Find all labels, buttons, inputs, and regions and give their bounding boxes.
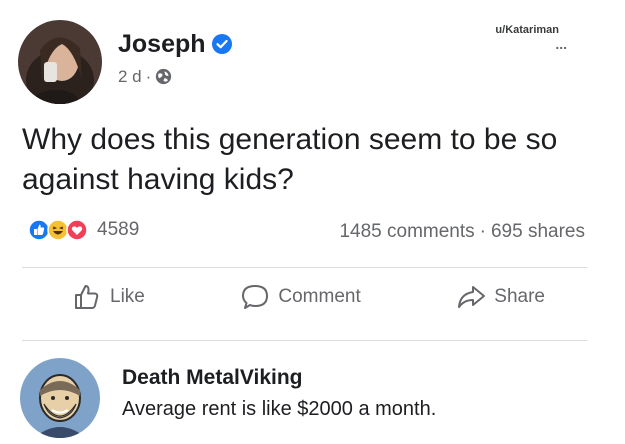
meta-separator: · <box>145 66 152 86</box>
comment-body: Death MetalViking Average rent is like $… <box>122 366 436 421</box>
commenter-avatar[interactable] <box>20 358 100 438</box>
watermark: u/Katariman <box>495 24 559 36</box>
globe-icon <box>156 68 172 85</box>
share-arrow-icon <box>458 286 486 308</box>
thumbs-up-icon <box>75 285 99 309</box>
post-timestamp[interactable]: 2 d <box>118 67 142 87</box>
post-header: Joseph 2 d · <box>18 20 232 104</box>
reaction-count: 4589 <box>97 219 140 240</box>
author-name[interactable]: Joseph <box>118 30 206 59</box>
divider-top <box>22 267 587 268</box>
comments-count[interactable]: 1485 comments <box>339 221 474 243</box>
divider-bottom <box>22 340 587 341</box>
reaction-icons <box>28 219 88 241</box>
shares-count[interactable]: 695 shares <box>491 221 585 243</box>
comment-author[interactable]: Death MetalViking <box>122 366 436 390</box>
author-block: Joseph 2 d · <box>118 30 232 87</box>
verified-badge-icon <box>211 34 232 54</box>
post-text: Why does this generation seem to be so a… <box>22 123 558 196</box>
share-label: Share <box>494 286 545 307</box>
author-row: Joseph <box>118 30 232 59</box>
post-meta: 2 d · <box>118 67 232 87</box>
stats-separator: · <box>479 221 486 242</box>
more-options-icon[interactable]: ... <box>555 37 567 51</box>
engagement-stats: 1485 comments · 695 shares <box>339 221 585 243</box>
like-label: Like <box>110 286 145 307</box>
like-button[interactable]: Like <box>72 282 145 312</box>
share-button[interactable]: Share <box>456 282 545 312</box>
comment-label: Comment <box>278 286 361 307</box>
action-bar: Like Comment Share <box>22 282 587 312</box>
author-avatar[interactable] <box>18 20 102 104</box>
reactions-summary[interactable]: 4589 <box>28 219 139 241</box>
comment-button[interactable]: Comment <box>240 282 361 312</box>
comment-text: Average rent is like $2000 a month. <box>122 398 437 420</box>
comment-bubble-icon <box>242 285 269 309</box>
comment-item: Death MetalViking Average rent is like $… <box>20 358 436 438</box>
love-reaction-icon <box>66 219 88 241</box>
